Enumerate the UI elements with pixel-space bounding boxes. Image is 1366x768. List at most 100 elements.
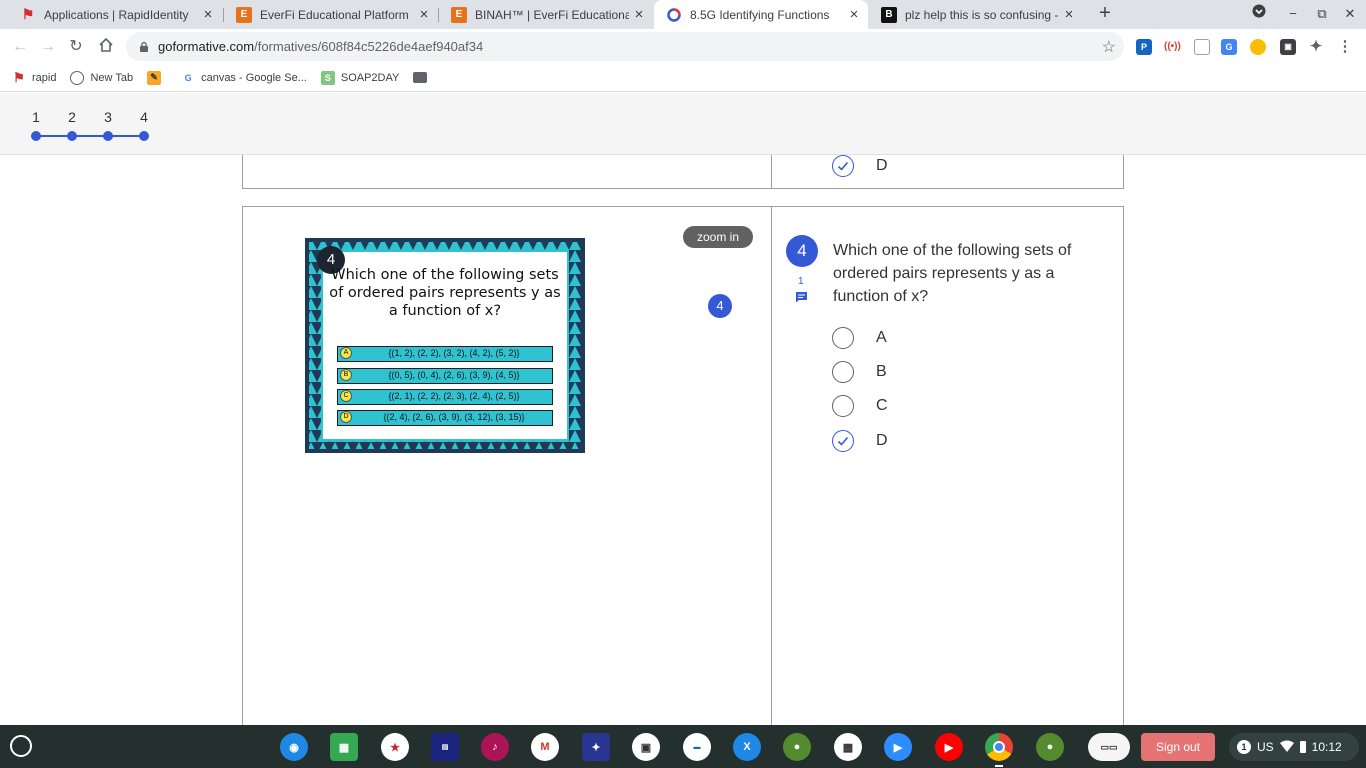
close-icon[interactable]: × [844,6,864,23]
bookmark-app[interactable]: ✎ [147,70,167,85]
option-c-label[interactable]: C [876,397,888,415]
youtube-app-icon[interactable]: ▶ [935,733,963,761]
extension-box-icon[interactable]: ▣ [1280,39,1296,55]
comment-icon[interactable] [795,290,808,308]
close-icon[interactable]: × [629,6,649,23]
game-app-icon[interactable]: ● [783,733,811,761]
bookmark-soap2day[interactable]: S SOAP2DAY [320,70,399,85]
question-nav-dot[interactable] [67,131,77,141]
puzzle-app-icon[interactable]: ✦ [582,733,610,761]
zoom-app-icon[interactable]: ▶ [884,733,912,761]
tab-identifying-functions[interactable]: 8.5G Identifying Functions × [654,0,868,29]
classroom-app-icon[interactable]: ▦ [330,733,358,761]
previous-question-card [242,155,1124,189]
tab-title: plz help this is so confusing - Br [905,7,1059,22]
gmail-app-icon[interactable]: M [531,733,559,761]
close-window-icon[interactable]: ✕ [1340,4,1360,24]
tote-icon[interactable]: ▭▭ [1088,733,1130,761]
tab-binah[interactable]: E BINAH™ | EverFi Educational Pla × [439,0,653,29]
question-slide-image[interactable]: 4 Which one of the following sets of ord… [305,238,585,453]
option-c-radio[interactable] [832,395,854,417]
zoom-in-button[interactable]: zoom in [683,226,753,248]
texas-app-icon[interactable]: ★ [381,733,409,761]
slide-option-row: C {(2, 1), (2, 2), (2, 3), (2, 4), (2, 5… [337,389,553,405]
music-app-icon[interactable]: ♪ [481,733,509,761]
qr-app-icon[interactable]: ▩ [834,733,862,761]
bookmark-rapid[interactable]: ⚑ rapid [12,70,56,85]
option-d-label[interactable]: D [876,432,888,450]
globe-icon [70,70,85,85]
status-tray[interactable]: 1 US 10:12 [1229,733,1359,761]
bookmark-canvas[interactable]: G canvas - Google Se... [181,71,307,85]
tab-brainly[interactable]: B plz help this is so confusing - Br × [869,0,1083,29]
tab-strip: ⚑ Applications | RapidIdentity × E EverF… [0,0,1366,29]
question-nav-number[interactable]: 1 [26,109,46,125]
extension-cast-icon[interactable]: ((•)) [1164,39,1181,55]
option-d-radio[interactable] [832,430,854,452]
locale-label: US [1257,740,1274,754]
extension-on-icon[interactable] [1250,39,1266,55]
extension-p-icon[interactable]: P [1136,39,1152,55]
url-text: goformative.com/formatives/608f84c5226de… [158,39,484,54]
folder-icon [413,72,428,83]
school-app-icon[interactable]: ▤ [431,733,459,761]
tab-title: EverFi Educational Platform [260,7,409,22]
image-question-badge: 4 [708,294,732,318]
os-shelf: ◉ ▦ ★ ▤ ♪ M ✦ ▣ ▬ X ● ▩ ▶ ▶ ● ▭▭ Sign ou… [0,725,1366,768]
tab-search-icon[interactable] [1249,4,1269,24]
prev-option-d-label: D [876,157,888,174]
slide-option-row: D {(2, 4), (2, 6), (3, 9), (3, 12), (3, … [337,410,553,426]
question-nav-number[interactable]: 4 [134,109,154,125]
site-info-icon[interactable] [138,41,150,53]
extension-translate-icon[interactable]: G [1221,39,1237,55]
address-bar[interactable]: goformative.com/formatives/608f84c5226de… [126,32,1124,61]
close-icon[interactable]: × [1059,6,1079,23]
close-icon[interactable]: × [414,6,434,23]
bookmarks-bar: ⚑ rapid New Tab ✎ G canvas - Google Se..… [0,64,1366,92]
extensions-puzzle-icon[interactable]: ✦ [1308,39,1324,55]
extension-screen-icon[interactable] [1194,39,1210,55]
question-nav-number[interactable]: 3 [98,109,118,125]
option-b-radio[interactable] [832,361,854,383]
question-nav-dot[interactable] [103,131,113,141]
restore-icon[interactable]: ⧉ [1312,4,1332,24]
question-nav-dot[interactable] [31,131,41,141]
sign-out-button[interactable]: Sign out [1141,733,1215,761]
soap2day-icon: S [320,70,335,85]
wifi-icon [1279,740,1294,755]
bookmark-star-icon[interactable]: ☆ [1102,37,1116,57]
brainly-icon: B [881,6,897,23]
reload-icon[interactable]: ↻ [66,37,86,57]
new-tab-button[interactable]: + [1094,3,1116,25]
question-nav-dot[interactable] [139,131,149,141]
slide-option-letter: A [340,347,352,359]
bookmark-new-tab[interactable]: New Tab [70,70,133,85]
active-app-indicator [995,765,1003,767]
menu-kebab-icon[interactable]: ⋮ [1337,39,1353,55]
home-icon[interactable] [96,37,116,57]
tab-rapididentity[interactable]: ⚑ Applications | RapidIdentity × [8,0,222,29]
option-b-label[interactable]: B [876,363,887,381]
news-app-icon[interactable]: ▬ [683,733,711,761]
option-a-radio[interactable] [832,327,854,349]
close-icon[interactable]: × [198,6,218,23]
question-nav-number[interactable]: 2 [62,109,82,125]
tab-title: 8.5G Identifying Functions [690,7,830,22]
option-a-label[interactable]: A [876,329,887,347]
tab-everfi[interactable]: E EverFi Educational Platform × [224,0,438,29]
slide-option-letter: D [340,411,352,423]
minimize-icon[interactable]: − [1283,4,1303,24]
slide-option-letter: B [340,369,352,381]
game2-app-icon[interactable]: ● [1036,733,1064,761]
bookmark-folder[interactable] [413,72,433,83]
chrome-app-icon[interactable] [985,733,1013,761]
google-icon: G [184,72,192,83]
prev-option-d-radio[interactable] [832,155,854,177]
forward-icon[interactable]: → [38,37,58,57]
launcher-icon[interactable] [10,735,32,757]
x-app-icon[interactable]: X [733,733,761,761]
back-icon[interactable]: ← [10,37,30,57]
camera-app-icon[interactable]: ◉ [280,733,308,761]
screencast-app-icon[interactable]: ▣ [632,733,660,761]
tab-title: BINAH™ | EverFi Educational Pla [475,7,629,22]
